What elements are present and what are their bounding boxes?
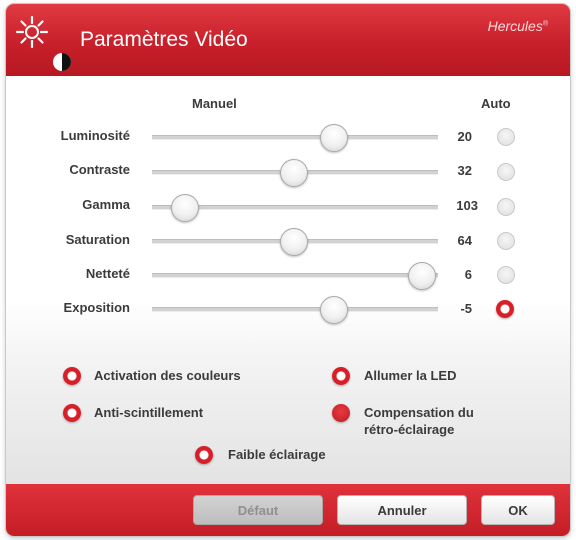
ok-button[interactable]: OK — [481, 495, 555, 525]
window-title: Paramètres Vidéo — [80, 28, 248, 51]
auto-radio[interactable] — [497, 128, 515, 146]
slider-label: Luminosité — [60, 128, 130, 143]
option-label[interactable]: Allumer la LED — [364, 367, 456, 384]
slider-value: 64 — [457, 233, 472, 248]
slider-thumb[interactable] — [320, 124, 348, 152]
option-radio-anti-flicker[interactable] — [63, 404, 81, 422]
option-radio-low-light[interactable] — [195, 446, 213, 464]
slider-label: Gamma — [82, 197, 130, 212]
option-label[interactable]: Activation des couleurs — [94, 367, 241, 384]
option-radio-color-activation[interactable] — [63, 367, 81, 385]
slider-value: 32 — [457, 163, 472, 178]
auto-radio[interactable] — [497, 266, 515, 284]
button-bar: Défaut Annuler OK — [6, 484, 570, 536]
option-label[interactable]: Compensation du rétro-éclairage — [364, 404, 474, 438]
auto-radio-selected[interactable] — [496, 300, 514, 318]
option-radio-led[interactable] — [332, 367, 350, 385]
slider-thumb[interactable] — [280, 159, 308, 187]
auto-radio[interactable] — [497, 232, 515, 250]
column-header-auto: Auto — [481, 96, 511, 111]
slider-thumb[interactable] — [408, 262, 436, 290]
default-button[interactable]: Défaut — [193, 495, 323, 525]
video-settings-window: Paramètres Vidéo Hercules® Manuel Auto L… — [6, 4, 570, 536]
slider-value: 20 — [457, 129, 472, 144]
column-header-manual: Manuel — [192, 96, 237, 111]
title-bar: Paramètres Vidéo Hercules® — [6, 4, 570, 76]
slider-label: Exposition — [63, 300, 130, 315]
slider-label: Netteté — [85, 266, 130, 281]
auto-radio[interactable] — [497, 198, 515, 216]
slider-track[interactable] — [152, 273, 438, 278]
slider-label: Contraste — [69, 162, 130, 177]
brightness-contrast-icon — [12, 12, 72, 77]
slider-thumb[interactable] — [320, 296, 348, 324]
cancel-button[interactable]: Annuler — [337, 495, 467, 525]
slider-value: 103 — [456, 198, 478, 213]
option-label[interactable]: Faible éclairage — [228, 446, 326, 463]
option-radio-backlight-compensation[interactable] — [332, 404, 350, 422]
slider-thumb[interactable] — [280, 228, 308, 256]
slider-label: Saturation — [65, 232, 130, 247]
option-label-line: rétro-éclairage — [364, 422, 455, 437]
hercules-logo: Hercules® — [487, 18, 548, 34]
slider-thumb[interactable] — [171, 194, 199, 222]
slider-track[interactable] — [152, 307, 438, 312]
slider-value: 6 — [464, 267, 472, 282]
option-label-line: Compensation du — [364, 405, 474, 420]
option-label[interactable]: Anti-scintillement — [94, 404, 203, 421]
settings-panel: Manuel Auto Luminosité 20 Contraste 32 G… — [6, 76, 570, 484]
slider-value: -5 — [460, 301, 472, 316]
slider-track[interactable] — [152, 135, 438, 140]
auto-radio[interactable] — [497, 163, 515, 181]
